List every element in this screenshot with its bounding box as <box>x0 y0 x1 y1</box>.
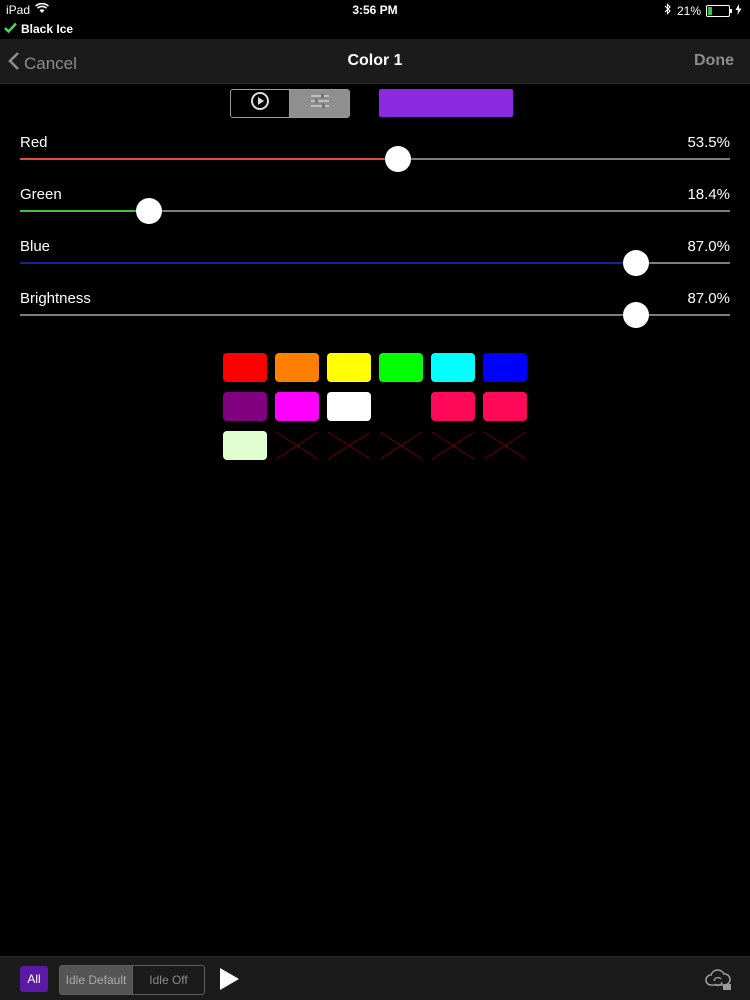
slider-value-blue: 87.0% <box>687 238 730 255</box>
charging-icon <box>735 3 742 18</box>
slider-label-green: Green <box>20 186 62 203</box>
color-swatch[interactable] <box>379 353 423 382</box>
empty-swatch-slot[interactable] <box>431 431 475 460</box>
bluetooth-icon <box>664 3 672 18</box>
color-swatch[interactable] <box>327 353 371 382</box>
sync-button[interactable] <box>704 967 732 996</box>
slider-track-red[interactable] <box>20 158 730 160</box>
cloud-sync-icon <box>704 969 732 995</box>
status-bar: iPad 3:56 PM 21% <box>0 0 750 20</box>
slider-value-brightness: 87.0% <box>687 290 730 307</box>
battery-percent: 21% <box>676 3 701 18</box>
nav-bar: Cancel Color 1 Done <box>0 39 750 84</box>
battery-icon <box>706 4 732 17</box>
slider-red: Red 53.5% <box>20 134 730 186</box>
empty-swatch-slot[interactable] <box>275 431 319 460</box>
idle-off-button[interactable]: Idle Off <box>132 966 204 994</box>
status-right: 21% <box>664 3 742 18</box>
play-icon <box>218 968 240 995</box>
slider-green: Green 18.4% <box>20 186 730 238</box>
color-swatch[interactable] <box>223 431 267 460</box>
idle-segmented-control: Idle Default Idle Off <box>59 965 205 995</box>
slider-thumb-brightness[interactable] <box>622 302 649 328</box>
app-name-row: Black Ice <box>4 20 73 38</box>
color-swatch[interactable] <box>223 353 267 382</box>
sliders-icon <box>310 92 330 115</box>
color-preview-swatch <box>379 89 513 117</box>
slider-thumb-blue[interactable] <box>622 250 649 276</box>
color-swatch[interactable] <box>223 392 267 421</box>
empty-swatch-slot[interactable] <box>379 431 423 460</box>
slider-label-red: Red <box>20 134 48 151</box>
empty-swatch-slot[interactable] <box>483 431 527 460</box>
done-button[interactable]: Done <box>694 52 734 70</box>
slider-track-green[interactable] <box>20 210 730 212</box>
app-name: Black Ice <box>21 22 74 36</box>
color-swatch[interactable] <box>431 353 475 382</box>
all-button[interactable]: All <box>20 966 48 992</box>
play-mode-button[interactable] <box>231 90 290 117</box>
mode-toggle <box>230 89 350 118</box>
sliders-mode-button[interactable] <box>290 90 349 117</box>
bottom-toolbar: All Idle Default Idle Off <box>0 956 750 1000</box>
color-swatch[interactable] <box>431 392 475 421</box>
slider-label-brightness: Brightness <box>20 290 91 307</box>
slider-thumb-green[interactable] <box>135 198 162 224</box>
color-swatch[interactable] <box>327 392 371 421</box>
play-circle-icon <box>250 91 270 116</box>
color-swatch[interactable] <box>275 392 319 421</box>
slider-brightness: Brightness 87.0% <box>20 290 730 342</box>
idle-default-button[interactable]: Idle Default <box>60 966 132 994</box>
color-swatch[interactable] <box>275 353 319 382</box>
page-title: Color 1 <box>347 52 403 69</box>
slider-value-green: 18.4% <box>687 186 730 203</box>
empty-swatch-slot[interactable] <box>327 431 371 460</box>
slider-thumb-red[interactable] <box>384 146 411 172</box>
app-root: iPad 3:56 PM 21% Black Ice Cancel Color … <box>0 0 750 1000</box>
color-swatch[interactable] <box>483 392 527 421</box>
play-button[interactable] <box>218 967 240 996</box>
checkmark-icon <box>4 22 17 36</box>
color-swatch[interactable] <box>483 353 527 382</box>
slider-value-red: 53.5% <box>687 134 730 151</box>
slider-label-blue: Blue <box>20 238 51 255</box>
status-time: 3:56 PM <box>352 3 398 17</box>
slider-blue: Blue 87.0% <box>20 238 730 290</box>
